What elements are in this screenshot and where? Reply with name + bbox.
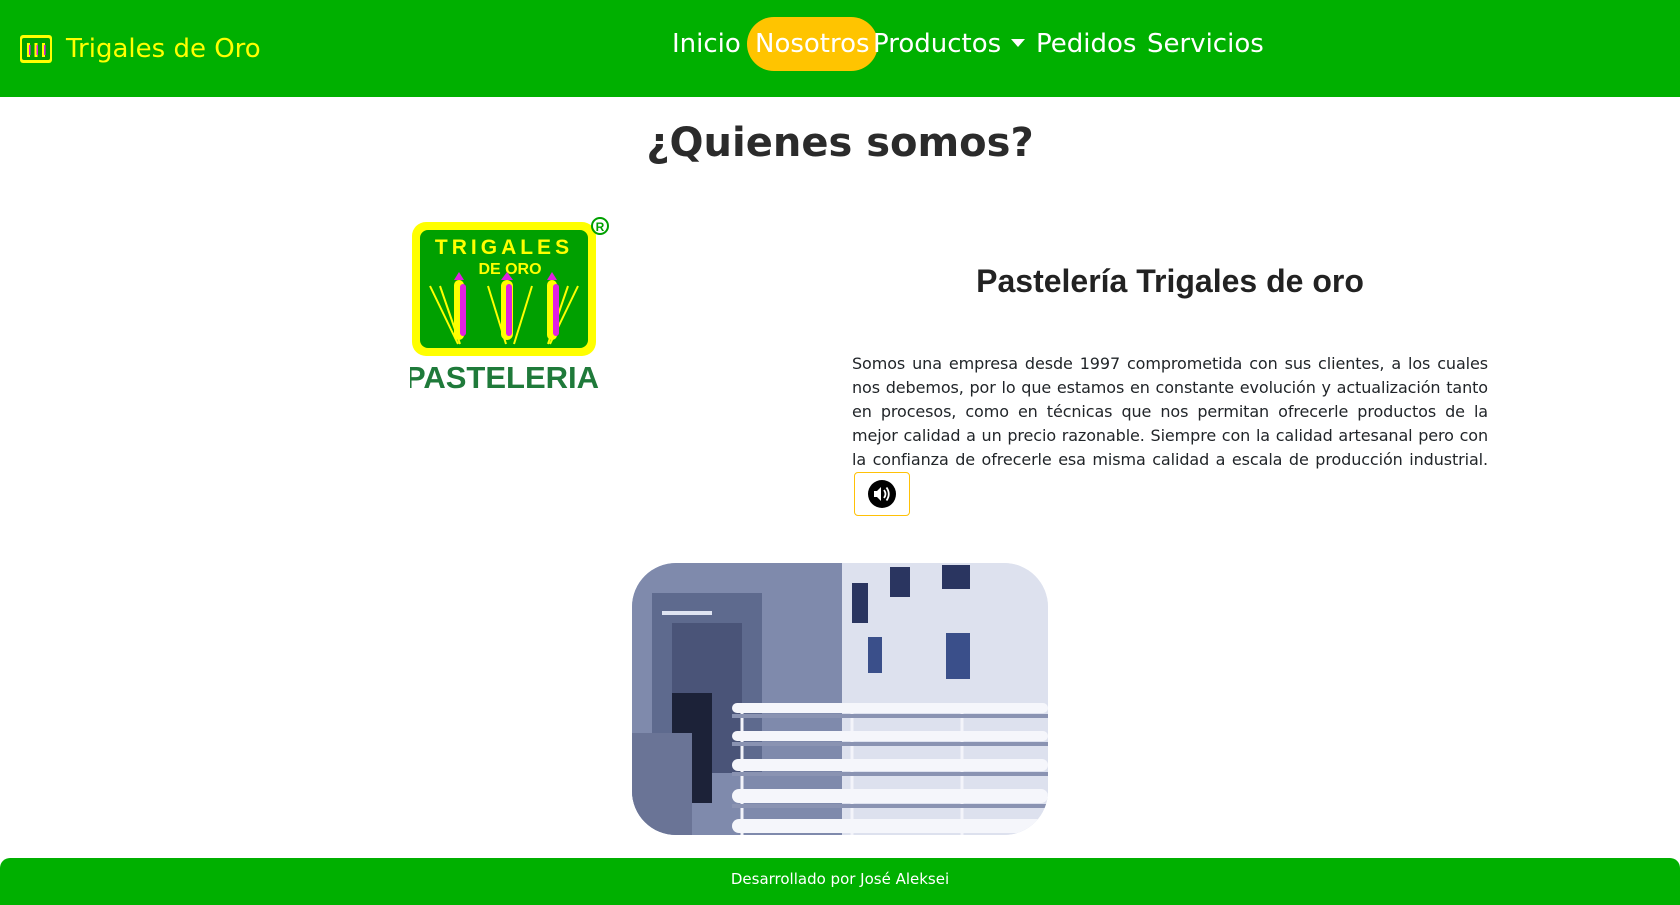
nav-nosotros[interactable]: Nosotros: [747, 17, 878, 71]
page-title: ¿Quienes somos?: [646, 120, 1034, 166]
footer: Desarrollado por José Aleksei: [0, 858, 1680, 905]
footer-credit: Desarrollado por José Aleksei: [730, 870, 950, 888]
nav-productos-label: Productos: [873, 29, 1002, 59]
pasteleria-logo: TRIGALES DE ORO R PASTELERIA: [410, 217, 609, 395]
nav-inicio[interactable]: Inicio: [672, 17, 741, 71]
nav-servicios[interactable]: Servicios: [1147, 17, 1264, 71]
svg-text:R: R: [596, 220, 605, 234]
wheat-logo-icon: [20, 35, 52, 63]
brand-link[interactable]: Trigales de Oro: [20, 33, 261, 65]
svg-text:PASTELERIA: PASTELERIA: [410, 360, 599, 395]
about-paragraph: Somos una empresa desde 1997 comprometid…: [852, 352, 1488, 516]
audio-button[interactable]: [854, 472, 910, 516]
speaker-icon: [868, 480, 896, 508]
chevron-down-icon: [1011, 38, 1026, 47]
about-text: Somos una empresa desde 1997 comprometid…: [852, 354, 1488, 469]
nav-productos[interactable]: Productos: [873, 17, 1026, 71]
brand-name: Trigales de Oro: [66, 34, 261, 64]
bakery-photo: [632, 563, 1048, 835]
svg-text:DE ORO: DE ORO: [478, 261, 541, 278]
svg-text:TRIGALES: TRIGALES: [435, 236, 573, 259]
nav-pedidos[interactable]: Pedidos: [1036, 17, 1136, 71]
navbar: Trigales de Oro Inicio Nosotros Producto…: [0, 0, 1680, 97]
section-heading: Pastelería Trigales de oro: [976, 263, 1364, 299]
